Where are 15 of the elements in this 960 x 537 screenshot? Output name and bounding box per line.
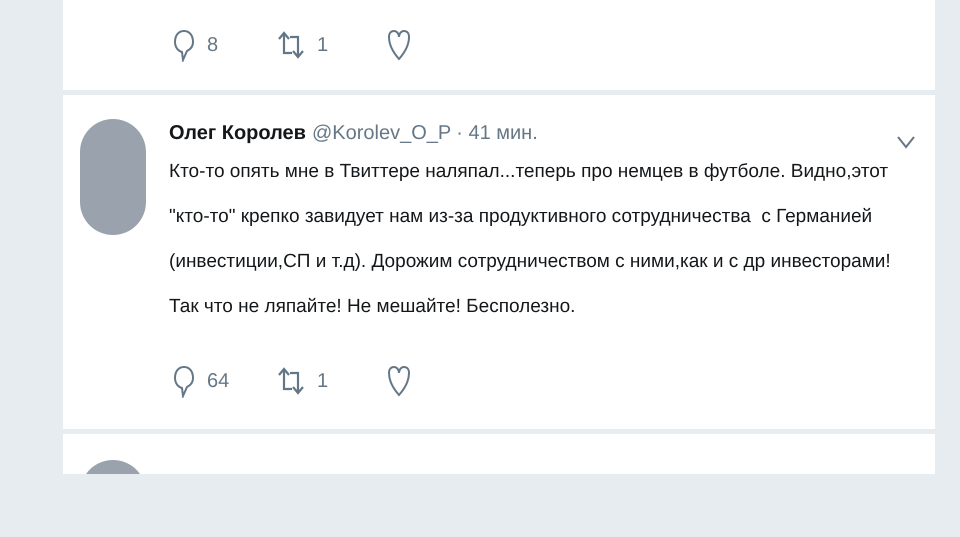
tweet-text: Кто-то опять мне в Твиттере наляпал...теперь про немцев в футболе. Видно,этот "кто-то" крепко завидует нам из-за продуктивного сотрудничества с Германией (инвестиции,СП и т.д). Дорожим сотрудничеством с ними,как и с др инвесторами! Так что не ляпайте! Не мешайте! Бесполезно.: [169, 160, 892, 319]
tweet-time[interactable]: · 41 мин.: [456, 119, 538, 147]
heart-icon[interactable]: [387, 364, 411, 398]
author-handle[interactable]: @Korolev_O_P: [312, 119, 452, 147]
reply-count: 64: [207, 369, 230, 394]
retweet-count: 1: [317, 369, 330, 394]
caret-icon[interactable]: [897, 135, 915, 149]
reply-count: 8: [207, 33, 220, 58]
retweet-icon[interactable]: [277, 30, 305, 60]
heart-icon[interactable]: [387, 28, 411, 62]
reply-icon[interactable]: [173, 364, 195, 398]
reply-icon[interactable]: [173, 28, 195, 62]
retweet-count: 1: [317, 33, 330, 58]
author-name[interactable]: Олег Королев: [169, 119, 306, 147]
retweet-icon[interactable]: [277, 366, 305, 396]
